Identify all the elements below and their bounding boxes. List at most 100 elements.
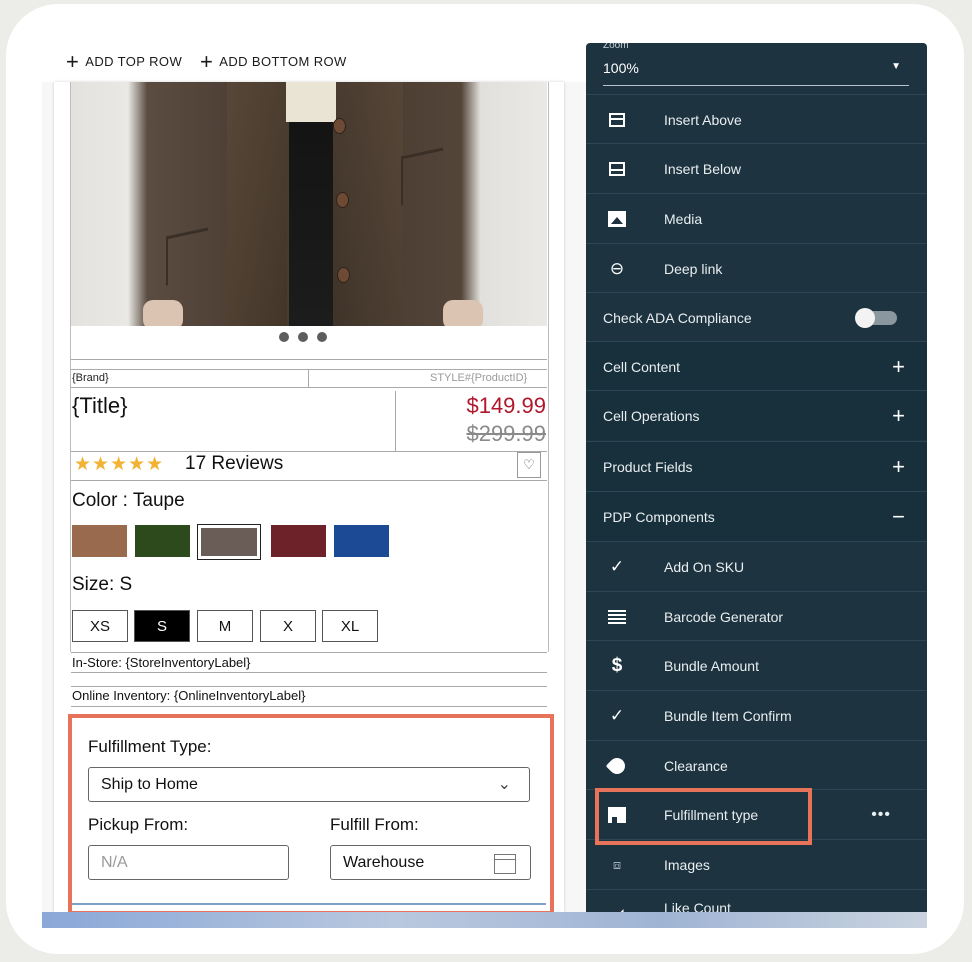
cell-operations-section[interactable]: Cell Operations + [586, 390, 927, 440]
cell-content-section[interactable]: Cell Content + [586, 341, 927, 391]
tag-icon [605, 754, 629, 777]
online-inventory-label: Online Inventory: {OnlineInventoryLabel} [72, 688, 306, 703]
caret-down-icon[interactable]: ▼ [891, 61, 901, 72]
rating-stars: ★★★★★ [74, 454, 165, 475]
more-options-icon[interactable]: ••• [871, 806, 891, 824]
bundle-item-confirm-item[interactable]: ✓ Bundle Item Confirm [586, 690, 927, 740]
carousel-dot[interactable] [298, 332, 308, 342]
media-item[interactable]: Media [586, 193, 927, 243]
fulfillment-type-select[interactable]: Ship to Home ⌄ [88, 767, 530, 802]
plus-icon: + [200, 48, 214, 74]
barcode-icon [606, 606, 628, 628]
size-option[interactable]: XS [72, 610, 128, 642]
zoom-underline [603, 85, 909, 86]
chevron-down-icon: ⌄ [497, 776, 511, 793]
images-label: Images [664, 856, 710, 873]
deep-link-label: Deep link [664, 260, 723, 277]
insert-below-item[interactable]: Insert Below [586, 143, 927, 193]
size-option[interactable]: XL [322, 610, 378, 642]
pickup-from-label: Pickup From: [88, 815, 189, 834]
check-icon: ✓ [609, 705, 625, 725]
color-swatch[interactable] [72, 525, 127, 557]
divider [71, 652, 547, 653]
dollar-icon: $ [611, 654, 623, 676]
bundle-amount-item[interactable]: $ Bundle Amount [586, 640, 927, 690]
size-label: Size: S [72, 574, 133, 595]
plus-icon: + [892, 453, 905, 479]
fulfillment-bottom-border [72, 903, 546, 905]
divider [71, 480, 547, 481]
carousel-dots[interactable] [279, 332, 327, 342]
divider [71, 672, 547, 673]
size-option[interactable]: X [260, 610, 316, 642]
divider [71, 686, 547, 687]
cell-content-label: Cell Content [603, 358, 681, 375]
product-fields-section[interactable]: Product Fields + [586, 441, 927, 491]
review-count[interactable]: 17 Reviews [185, 453, 283, 475]
add-bottom-row-button[interactable]: + ADD BOTTOM ROW [200, 48, 347, 74]
insert-above-item[interactable]: Insert Above [586, 94, 927, 144]
pickup-from-input[interactable]: N/A [88, 845, 289, 880]
product-fields-label: Product Fields [603, 458, 693, 475]
add-on-sku-label: Add On SKU [664, 558, 745, 575]
pdp-components-label: PDP Components [603, 508, 715, 525]
fulfill-from-input[interactable]: Warehouse [330, 845, 531, 880]
store-icon[interactable] [494, 854, 516, 874]
brand-field: {Brand} [72, 372, 109, 384]
clearance-item[interactable]: Clearance [586, 740, 927, 790]
add-top-row-button[interactable]: + ADD TOP ROW [66, 48, 183, 74]
media-label: Media [664, 210, 703, 227]
plus-icon: + [892, 353, 905, 379]
carousel-dot[interactable] [279, 332, 289, 342]
color-swatch-selected[interactable] [197, 524, 261, 560]
carousel-dot[interactable] [317, 332, 327, 342]
divider [71, 451, 547, 452]
size-option[interactable]: M [197, 610, 253, 642]
highlight-outline [595, 788, 812, 845]
insert-below-label: Insert Below [664, 160, 742, 177]
insert-below-icon [606, 158, 628, 180]
minus-icon: − [892, 503, 905, 529]
fulfill-from-label: Fulfill From: [330, 815, 419, 834]
product-title: {Title} [72, 393, 128, 418]
size-option-selected[interactable]: S [134, 610, 190, 642]
divider [71, 706, 547, 707]
check-icon: ✓ [609, 556, 625, 576]
color-swatch[interactable] [135, 525, 190, 557]
fulfill-from-value: Warehouse [343, 854, 425, 871]
carousel-icon: ⧈ [612, 856, 622, 872]
bundle-amount-label: Bundle Amount [664, 657, 759, 674]
image-icon [606, 208, 628, 230]
divider [71, 369, 547, 370]
add-top-row-label: ADD TOP ROW [85, 54, 183, 69]
deep-link-item[interactable]: ⊖ Deep link [586, 243, 927, 293]
divider [71, 387, 547, 388]
pickup-from-placeholder: N/A [101, 854, 128, 871]
bundle-item-confirm-label: Bundle Item Confirm [664, 707, 792, 724]
divider [71, 359, 547, 360]
divider [395, 391, 396, 451]
wishlist-heart-icon[interactable]: ♡ [517, 452, 541, 478]
barcode-generator-item[interactable]: Barcode Generator [586, 591, 927, 641]
zoom-label: Zoom [603, 43, 629, 51]
pdp-components-section[interactable]: PDP Components − [586, 491, 927, 541]
insert-above-label: Insert Above [664, 111, 742, 128]
add-on-sku-item[interactable]: ✓ Add On SKU [586, 541, 927, 591]
color-swatch[interactable] [271, 525, 326, 557]
canvas-toolbar: + ADD TOP ROW + ADD BOTTOM ROW [42, 28, 586, 82]
fulfillment-type-value: Ship to Home [101, 776, 198, 793]
divider [308, 369, 309, 387]
ada-compliance-row: Check ADA Compliance [586, 292, 927, 342]
insert-above-icon [606, 109, 628, 131]
plus-icon: + [892, 402, 905, 428]
images-item[interactable]: ⧈ Images [586, 839, 927, 889]
color-swatch[interactable] [334, 525, 389, 557]
product-image[interactable] [71, 82, 547, 326]
selected-swatch-fill [201, 528, 257, 556]
zoom-select[interactable]: 100% [603, 60, 639, 76]
color-label: Color : Taupe [72, 490, 185, 511]
sale-price: $149.99 [466, 393, 546, 418]
plus-icon: + [66, 48, 80, 74]
store-inventory-label: In-Store: {StoreInventoryLabel} [72, 655, 251, 670]
ada-compliance-toggle[interactable] [855, 307, 897, 328]
